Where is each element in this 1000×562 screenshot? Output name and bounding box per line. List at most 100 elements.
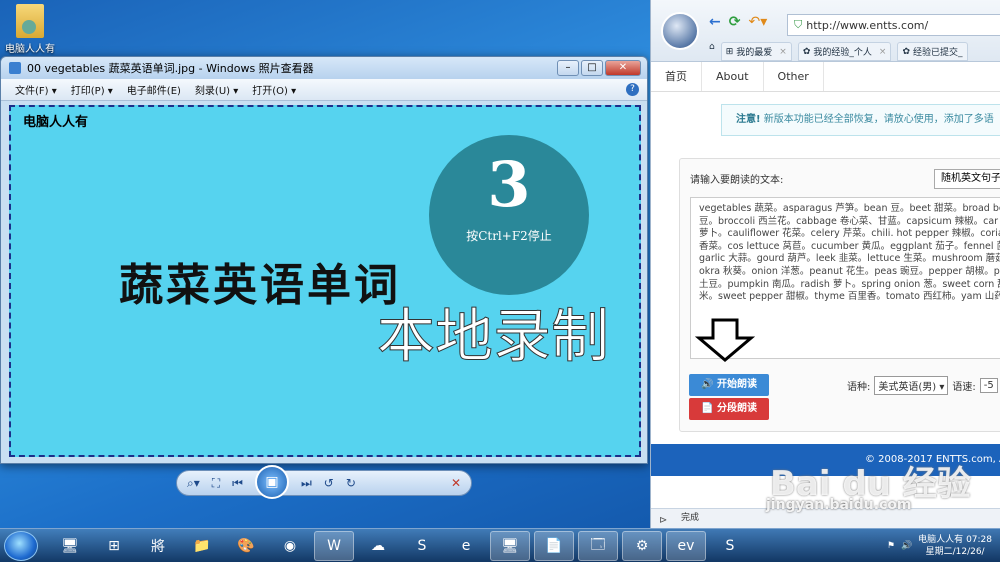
close-tab-icon[interactable]: × <box>779 47 787 57</box>
help-icon[interactable]: ? <box>626 83 639 96</box>
next-icon[interactable]: ⏭ <box>301 476 312 491</box>
tab-label: 经验已提交_ <box>912 48 963 58</box>
taskbar-app-manager-icon[interactable]: ⊞ <box>94 531 134 561</box>
recording-countdown: 3 按Ctrl+F2停止 <box>429 135 589 295</box>
rotate-cw-icon[interactable]: ↻ <box>346 476 356 490</box>
text-line: okra 秋葵。onion 洋葱。peanut 花生。peas 豌豆。peppe… <box>699 265 1000 277</box>
fit-window-icon[interactable]: ⛶ <box>212 476 220 491</box>
undo-icon[interactable]: ↶▾ <box>748 14 767 30</box>
baidu-watermark-url: jingyan.baidu.com <box>766 497 912 513</box>
home-icon[interactable]: ⌂ <box>709 42 715 61</box>
zoom-icon[interactable]: ⌕▾ <box>187 476 200 491</box>
taskbar-app-paint-icon[interactable]: 🎨 <box>226 531 266 561</box>
tray-user: 电脑人人有 <box>918 534 964 545</box>
rotate-ccw-icon[interactable]: ↺ <box>324 476 334 490</box>
previous-icon[interactable]: ⏮ <box>232 476 243 491</box>
taskbar-app-tool-icon[interactable]: ⚙ <box>622 530 662 561</box>
taskbar-app-window-icon[interactable]: 🗔 <box>578 530 618 561</box>
taskbar-app-doc-icon[interactable]: 📄 <box>534 530 574 561</box>
text-line: 土豆。pumpkin 南瓜。radish 萝卜。spring onion 葱。s… <box>699 278 1000 290</box>
language-label: 语种: <box>847 382 871 393</box>
text-line: 豆。broccoli 西兰花。cabbage 卷心菜、甘蓝。capsicum 辣… <box>699 215 999 227</box>
paw-icon: ✿ <box>902 46 910 57</box>
input-prompt: 请输入要朗读的文本: <box>690 175 784 186</box>
refresh-icon[interactable]: ⟳ <box>729 14 741 30</box>
minimize-button[interactable]: – <box>557 60 579 76</box>
photo-title: 蔬菜英语单词 <box>119 260 401 311</box>
viewer-titlebar[interactable]: 00 vegetables 蔬菜英语单词.jpg - Windows 照片查看器… <box>1 57 647 79</box>
taskbar-app-chrome-icon[interactable]: ◉ <box>270 531 310 561</box>
text-line: garlic 大蒜。gourd 葫芦。leek 韭菜。lettuce 生菜。mu… <box>699 253 1000 265</box>
menu-burn[interactable]: 刻录(U) ▾ <box>195 82 238 97</box>
folder-icon <box>16 4 44 38</box>
voice-options: 语种: 美式英语(男) ▾ 语速: -5 <box>847 376 998 395</box>
text-line: 萝卜。cauliflower 花菜。celery 芹菜。chili. hot p… <box>699 228 1000 240</box>
nav-other[interactable]: Other <box>764 62 824 91</box>
notice-banner: 注意! 新版本功能已经全部恢复，请放心使用，添加了多语 <box>721 104 1000 136</box>
paw-icon: ✿ <box>802 46 811 57</box>
site-nav: 首页 About Other <box>651 62 1000 92</box>
start-reading-button[interactable]: 🔊 开始朗读 <box>689 374 769 396</box>
language-select[interactable]: 美式英语(男) ▾ <box>874 376 949 395</box>
tray-clock[interactable]: 电脑人人有 07:28 星期二/12/26/ <box>918 534 992 558</box>
taskbar-app-word-icon[interactable]: W <box>314 530 354 561</box>
address-bar[interactable]: ⛉ http://www.entts.com/ <box>787 14 1000 36</box>
desktop-icon-label: 电脑人人有 <box>5 44 55 55</box>
viewer-controls: ⌕▾ ⛶ ⏮ ▣ ⏭ ↺ ↻ ✕ <box>176 465 472 499</box>
menu-file[interactable]: 文件(F) ▾ <box>15 82 57 97</box>
browser-window: ← ⟳ ↶▾ ⛉ http://www.entts.com/ ⌂ ⊞ 我的最爱 … <box>650 0 1000 528</box>
text-line: 米。sweet pepper 甜椒。thyme 百里香。tomato 西红柿。y… <box>699 291 1000 303</box>
delete-icon[interactable]: ✕ <box>451 476 461 490</box>
menu-print[interactable]: 打印(P) ▾ <box>71 82 113 97</box>
user-avatar[interactable] <box>661 12 699 50</box>
taskbar-app-monitor-icon[interactable]: 🖥 <box>490 530 530 561</box>
taskbar-app-ev-icon[interactable]: ev <box>666 530 706 561</box>
photo-watermark: 电脑人人有 <box>23 115 89 130</box>
start-button[interactable] <box>4 530 38 561</box>
taskbar-app-cloud-icon[interactable]: ☁ <box>358 531 398 561</box>
random-sentence-select[interactable]: 随机英文句子 <box>934 169 1000 189</box>
system-tray: ⚑ 🔊 电脑人人有 07:28 星期二/12/26/ <box>887 534 992 558</box>
close-button[interactable]: ✕ <box>605 60 641 76</box>
segment-reading-button[interactable]: 📄 分段朗读 <box>689 398 769 420</box>
notice-strong: 注意! <box>736 114 761 125</box>
slideshow-button[interactable]: ▣ <box>254 465 289 499</box>
tab-label: 我的最爱 <box>736 48 773 58</box>
countdown-hint: 按Ctrl+F2停止 <box>466 229 552 243</box>
taskbar-app-desktop-icon[interactable]: 🖥 <box>50 531 90 561</box>
tray-flag-icon[interactable]: ⚑ <box>887 541 895 551</box>
tray-date: 星期二/12/26/ <box>925 546 985 557</box>
menu-open[interactable]: 打开(O) ▾ <box>252 82 296 97</box>
taskbar-app-sougou-input-icon[interactable]: S <box>710 531 750 561</box>
photo-viewer-window: 00 vegetables 蔬菜英语单词.jpg - Windows 照片查看器… <box>0 56 648 464</box>
taskbar-app-sogou-icon[interactable]: S <box>402 531 442 561</box>
browser-toolbar: ← ⟳ ↶▾ ⛉ http://www.entts.com/ ⌂ ⊞ 我的最爱 … <box>651 0 1000 62</box>
tab-strip: ⌂ ⊞ 我的最爱 × ✿ 我的经验_个人 × ✿ 经验已提交_ <box>709 42 968 61</box>
nav-about[interactable]: About <box>702 62 764 91</box>
viewer-menubar: 文件(F) ▾ 打印(P) ▾ 电子邮件(E) 刻录(U) ▾ 打开(O) ▾ … <box>1 79 647 101</box>
speed-input[interactable]: -5 <box>979 378 998 393</box>
status-text: 完成 <box>681 513 700 523</box>
down-arrow-icon <box>695 318 755 362</box>
tab-favorites[interactable]: ⊞ 我的最爱 × <box>720 42 792 61</box>
taskbar-app-ie-icon[interactable]: e <box>446 531 486 561</box>
tray-volume-icon[interactable]: 🔊 <box>901 541 912 551</box>
shield-icon: ⛉ <box>794 18 803 31</box>
taskbar-app-chess-icon[interactable]: 將 <box>138 531 178 561</box>
countdown-number: 3 <box>487 148 531 221</box>
tab-my-experience[interactable]: ✿ 我的经验_个人 × <box>797 42 892 61</box>
close-tab-icon[interactable]: × <box>879 47 887 57</box>
url-text: http://www.entts.com/ <box>806 18 929 32</box>
maximize-button[interactable]: □ <box>581 60 603 76</box>
tray-time: 07:28 <box>966 534 992 545</box>
back-icon[interactable]: ← <box>709 14 721 30</box>
taskbar-app-folder-icon[interactable]: 📁 <box>182 531 222 561</box>
photo-canvas: 电脑人人有 3 按Ctrl+F2停止 蔬菜英语单词 本地录制 <box>9 105 641 457</box>
desktop-icon[interactable]: 电脑人人有 <box>2 4 58 55</box>
tab-submitted[interactable]: ✿ 经验已提交_ <box>897 42 968 61</box>
speed-label: 语速: <box>952 382 976 393</box>
menu-email[interactable]: 电子邮件(E) <box>127 82 181 97</box>
grid-icon: ⊞ <box>725 46 734 57</box>
notice-text: 新版本功能已经全部恢复，请放心使用，添加了多语 <box>760 114 994 125</box>
nav-home[interactable]: 首页 <box>651 62 702 91</box>
